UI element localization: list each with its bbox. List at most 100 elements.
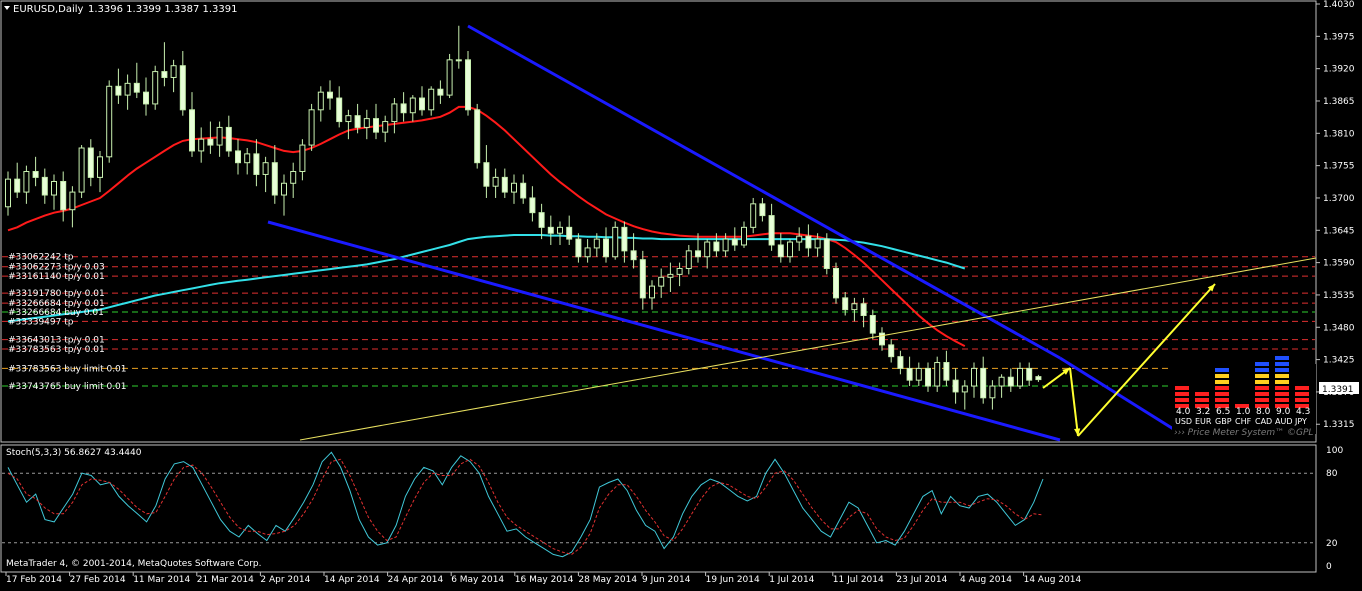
order-label: #33339497 tp: [8, 317, 74, 327]
candle-body: [695, 250, 701, 258]
candle-body: [787, 241, 793, 258]
candle-body: [133, 82, 140, 93]
candle-body: [547, 226, 554, 234]
time-tick-label: 24 Apr 2014: [388, 575, 444, 585]
price-meter-bar: [1255, 362, 1269, 366]
price-meter-bar: [1295, 386, 1309, 390]
candle-body: [327, 91, 333, 99]
candle-body: [989, 385, 996, 399]
stoch-tick-label: 20: [1326, 539, 1338, 549]
price-tick-label: 1.4030: [1323, 0, 1355, 10]
price-meter-currency: JPY: [1294, 417, 1307, 426]
candle-body: [60, 181, 67, 211]
candle-body: [658, 276, 665, 287]
candle-body: [952, 379, 959, 393]
price-meter-value: 3.2: [1196, 407, 1210, 417]
price-meter-bar: [1275, 362, 1289, 366]
candle-body: [998, 376, 1005, 387]
ohlc-readout: 1.3396 1.3399 1.3387 1.3391: [88, 4, 238, 15]
candle-body: [363, 118, 370, 128]
candle-body: [925, 367, 931, 387]
order-label: #33783563 tp/y 0.01: [8, 345, 105, 355]
price-meter-currency: AUD: [1275, 417, 1293, 426]
price-meter-bar: [1255, 368, 1269, 372]
price-meter-value: 4.0: [1176, 407, 1191, 417]
candle-body: [1026, 367, 1033, 381]
candle-body: [253, 153, 260, 175]
candle-body: [501, 176, 508, 193]
time-tick-label: 28 May 2014: [578, 575, 637, 585]
candle-body: [511, 182, 517, 193]
candle-body: [961, 385, 968, 393]
candle-body: [529, 197, 536, 214]
candle-body: [483, 162, 490, 187]
time-tick-label: 19 Jun 2014: [706, 575, 760, 585]
price-meter-label: ››› Price Meter System™ ©GPL: [1174, 428, 1313, 438]
candle-body: [750, 203, 757, 228]
candle-body: [888, 344, 895, 358]
price-tick-label: 1.3645: [1323, 226, 1355, 236]
candle-body: [492, 176, 499, 187]
candle-body: [179, 65, 186, 111]
price-meter-bar: [1295, 398, 1309, 402]
price-axis: 1.4030 1.3975 1.3920 1.3865 1.3810 1.3755 1.37…: [1316, 0, 1355, 430]
candle-body: [593, 238, 600, 249]
candle-body: [971, 367, 977, 387]
price-tick-label: 1.3920: [1323, 65, 1355, 75]
candle-body: [685, 250, 692, 269]
candle-body: [520, 182, 527, 199]
candle-body: [170, 65, 177, 78]
time-axis: 17 Feb 2014 27 Feb 2014 11 Mar 2014 21 Mar …: [5, 572, 1082, 585]
current-price-value: 1.3391: [1322, 385, 1354, 395]
price-meter-bar: [1195, 392, 1209, 396]
candle-body: [612, 226, 619, 258]
candle-body: [207, 138, 214, 146]
price-meter-bar: [1255, 398, 1269, 402]
price-tick-label: 1.3865: [1323, 97, 1355, 107]
price-meter-bar: [1215, 368, 1229, 372]
time-tick-label: 16 May 2014: [515, 575, 574, 585]
candle-body: [400, 103, 407, 114]
candle-body: [428, 88, 435, 111]
candle-body: [1017, 367, 1023, 387]
candle-body: [860, 303, 867, 317]
candle-body: [281, 182, 287, 196]
price-meter-value: 4.3: [1296, 407, 1310, 417]
candle-body: [382, 121, 389, 133]
price-meter-bar: [1275, 356, 1289, 360]
price-meter-currency: GBP: [1215, 417, 1232, 426]
stochastic-title: Stoch(5,3,3) 56.8627 43.4440: [6, 448, 142, 458]
price-tick-label: 1.3480: [1323, 323, 1355, 333]
chart-svg[interactable]: #33062242 tp#33062273 tp/y 0.03#33161140…: [0, 0, 1362, 587]
candle-body: [584, 247, 591, 258]
candle-body: [5, 178, 11, 208]
price-meter-widget: 4.0USD 3.2EUR 6.5GBP 1.0CHF 8.0CAD 9.0AUD4.3J…: [1172, 356, 1316, 438]
time-tick-label: 4 Aug 2014: [960, 575, 1012, 585]
stoch-tick-label: 100: [1326, 446, 1343, 456]
price-meter-value: 9.0: [1276, 407, 1291, 417]
candle-body: [106, 85, 113, 158]
candle-body: [97, 156, 103, 178]
candle-body: [980, 367, 987, 399]
time-tick-label: 23 Jul 2014: [896, 575, 947, 585]
candle-body: [630, 250, 637, 261]
price-meter-currency: CHF: [1235, 417, 1252, 426]
stochastic-panel[interactable]: [0, 444, 1317, 573]
time-tick-label: 14 Aug 2014: [1024, 575, 1082, 585]
candle-body: [538, 212, 545, 228]
price-meter-currency: CAD: [1255, 417, 1272, 426]
price-meter-value: 1.0: [1236, 407, 1251, 417]
candle-body: [621, 226, 628, 252]
candle-body: [823, 238, 830, 269]
price-meter-bar: [1215, 380, 1229, 384]
candle-body: [437, 88, 444, 96]
candle-body: [143, 91, 149, 105]
chart-window[interactable]: #33062242 tp #33062273 tp/y 0.03 #33161140…: [0, 0, 1362, 587]
price-meter-bar: [1295, 392, 1309, 396]
candle-body: [354, 115, 361, 128]
candle-body: [906, 367, 913, 381]
candle-body: [639, 259, 646, 299]
price-meter-bar: [1275, 386, 1289, 390]
price-meter-bar: [1195, 398, 1209, 402]
price-meter-bar: [1215, 398, 1229, 402]
